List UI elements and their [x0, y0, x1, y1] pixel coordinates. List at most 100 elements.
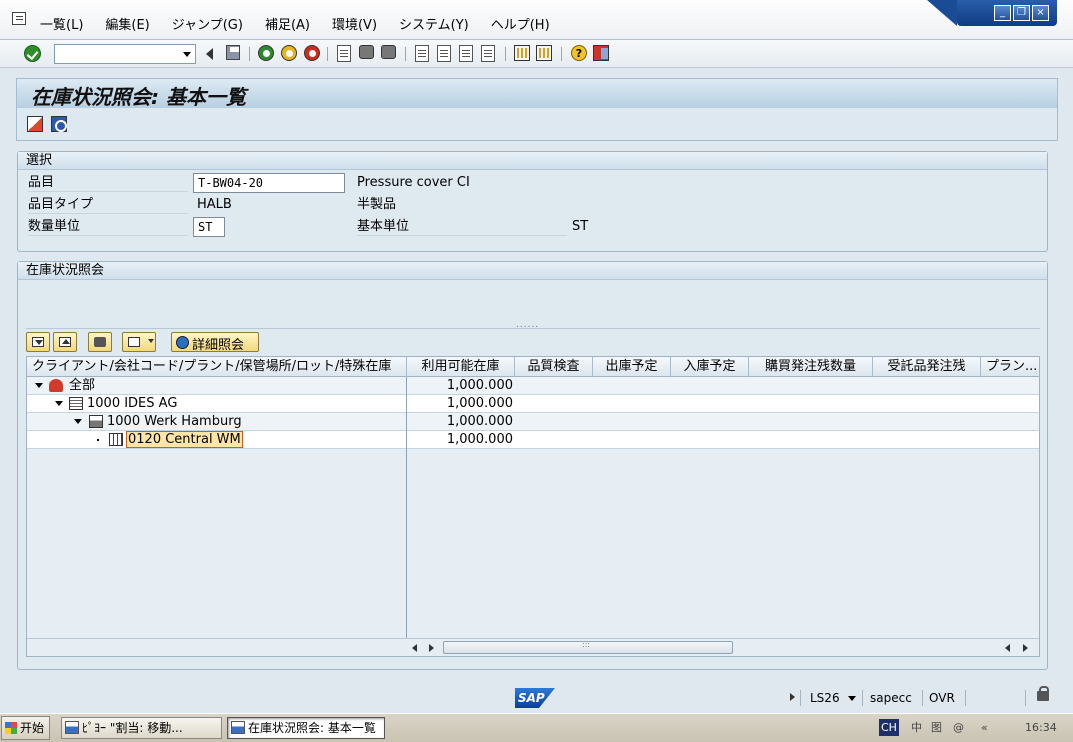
- find-next-icon[interactable]: [381, 45, 396, 59]
- expand-icon: [32, 337, 44, 347]
- toolbar-separator: [561, 47, 562, 61]
- print-icon[interactable]: [337, 45, 351, 62]
- column-header-consignment-order[interactable]: 受託品発注残: [873, 357, 981, 377]
- refresh-icon[interactable]: [51, 116, 67, 132]
- taskbar-item-label: 在庫状況照会: 基本一覧: [248, 721, 376, 735]
- find-icon[interactable]: [359, 45, 374, 59]
- system-dropdown-icon[interactable]: [848, 696, 856, 701]
- menu-edit[interactable]: 編集(E): [105, 14, 149, 33]
- unit-label: 数量単位: [28, 218, 188, 236]
- base-unit-value: ST: [572, 219, 589, 234]
- menu-list-icon[interactable]: [12, 12, 26, 25]
- material-input[interactable]: T-BW04-20: [193, 173, 345, 193]
- tree-column-divider: [27, 377, 407, 639]
- scroll-left-icon[interactable]: [412, 644, 417, 652]
- previous-page-icon[interactable]: [437, 45, 451, 62]
- column-header-scheduled-issue[interactable]: 出庫予定: [593, 357, 671, 377]
- first-page-icon[interactable]: [415, 45, 429, 62]
- other-material-icon[interactable]: [27, 116, 43, 132]
- create-session-icon[interactable]: [514, 45, 530, 61]
- menu-extras[interactable]: 補足(A): [265, 14, 310, 33]
- status-separator: [1025, 690, 1026, 706]
- help-icon[interactable]: ?: [571, 45, 587, 61]
- status-bar: SAP LS26 sapecc OVR: [0, 684, 1073, 712]
- horizontal-scrollbar[interactable]: :::: [27, 638, 1039, 656]
- status-separator: [862, 690, 863, 706]
- detail-button[interactable]: 詳細照会: [171, 332, 259, 353]
- status-separator: [800, 690, 801, 706]
- ime-icon[interactable]: 图: [929, 719, 944, 736]
- material-type-description: 半製品: [357, 197, 397, 212]
- status-separator: [922, 690, 923, 706]
- unit-input[interactable]: ST: [193, 217, 225, 237]
- last-page-icon[interactable]: [481, 45, 495, 62]
- standard-toolbar: ?: [0, 40, 1073, 68]
- lock-icon: [1037, 686, 1049, 701]
- shortcut-icon[interactable]: [536, 45, 552, 61]
- column-header-available[interactable]: 利用可能在庫: [407, 357, 515, 377]
- collapse-all-button[interactable]: [53, 332, 77, 352]
- column-header-hierarchy[interactable]: クライアント/会社コード/プラント/保管場所/ロット/特殊在庫: [27, 357, 407, 377]
- detail-icon: [176, 336, 189, 349]
- taskbar-item-move-window[interactable]: ﾋﾟﾖｰ "割当: 移動...: [61, 717, 222, 739]
- find-button[interactable]: [88, 332, 112, 352]
- window-controls: _ ❐ ×: [927, 0, 1057, 26]
- menu-list-menu[interactable]: 一覧(L): [40, 14, 83, 33]
- collapse-icon: [59, 337, 71, 347]
- restore-button[interactable]: ❐: [1013, 5, 1030, 21]
- material-type-label: 品目タイプ: [28, 196, 188, 214]
- column-header-quality-inspection[interactable]: 品質検査: [515, 357, 593, 377]
- menu-system[interactable]: システム(Y): [399, 14, 469, 33]
- exit-icon[interactable]: [281, 45, 297, 61]
- enter-icon[interactable]: [24, 45, 41, 62]
- binoculars-icon: [94, 337, 106, 347]
- status-expand-icon[interactable]: [790, 693, 795, 701]
- layout-icon[interactable]: [593, 45, 609, 61]
- menu-list: 一覧(L) 編集(E) ジャンプ(G) 補足(A) 環境(V) システム(Y) …: [40, 14, 572, 33]
- inventory-group-title: 在庫状況照会: [18, 262, 1047, 280]
- next-page-icon[interactable]: [459, 45, 473, 62]
- menu-environment[interactable]: 環境(V): [332, 14, 377, 33]
- base-unit-label: 基本単位: [357, 218, 567, 236]
- back-icon[interactable]: [258, 45, 274, 61]
- start-button[interactable]: 开始: [1, 716, 50, 740]
- toolbar-separator: [249, 47, 250, 61]
- selection-group-title: 選択: [18, 152, 1047, 170]
- column-header-scheduled-receipt[interactable]: 入庫予定: [671, 357, 749, 377]
- splitter[interactable]: [26, 328, 1040, 329]
- material-type-value: HALB: [197, 197, 232, 212]
- command-field[interactable]: [54, 44, 196, 64]
- cancel-icon[interactable]: [304, 45, 320, 61]
- collapse-arrow-icon[interactable]: [206, 48, 213, 60]
- alv-toolbar: 詳細照会: [26, 332, 1040, 354]
- tray-settings-icon[interactable]: @: [951, 719, 966, 736]
- scrollbar-grip: :::: [582, 640, 591, 649]
- scrollbar-thumb[interactable]: :::: [443, 640, 733, 654]
- material-label: 品目: [28, 174, 188, 192]
- command-dropdown-icon[interactable]: [179, 45, 195, 63]
- tray-expand-icon[interactable]: «: [979, 719, 990, 736]
- ime-mode[interactable]: 中: [909, 719, 924, 736]
- taskbar-item-stock-overview[interactable]: 在庫状況照会: 基本一覧: [227, 717, 385, 739]
- save-icon[interactable]: [226, 45, 240, 60]
- scroll-right-end-icon[interactable]: [1023, 644, 1028, 652]
- grid-header: クライアント/会社コード/プラント/保管場所/ロット/特殊在庫 利用可能在庫 品…: [27, 357, 1039, 377]
- status-separator: [965, 690, 966, 706]
- page-title: 在庫状況照会: 基本一覧: [31, 85, 246, 109]
- clock: 16:34: [1025, 721, 1057, 734]
- system-tray: CH 中 图 @ « 16:34: [875, 717, 1071, 739]
- expand-all-button[interactable]: [26, 332, 50, 352]
- ime-indicator[interactable]: CH: [879, 719, 899, 736]
- close-button[interactable]: ×: [1032, 5, 1049, 21]
- print-button[interactable]: [122, 332, 156, 352]
- minimize-button[interactable]: _: [994, 5, 1011, 21]
- scroll-left-end-icon[interactable]: [1005, 644, 1010, 652]
- menu-goto[interactable]: ジャンプ(G): [172, 14, 243, 33]
- column-header-po-quantity[interactable]: 購買発注残数量: [749, 357, 873, 377]
- toolbar-separator: [505, 47, 506, 61]
- scroll-right-icon[interactable]: [429, 644, 434, 652]
- column-header-planned[interactable]: プラン...: [981, 357, 1039, 377]
- toolbar-separator: [405, 47, 406, 61]
- print-dropdown-icon: [148, 339, 154, 343]
- menu-help[interactable]: ヘルプ(H): [491, 14, 550, 33]
